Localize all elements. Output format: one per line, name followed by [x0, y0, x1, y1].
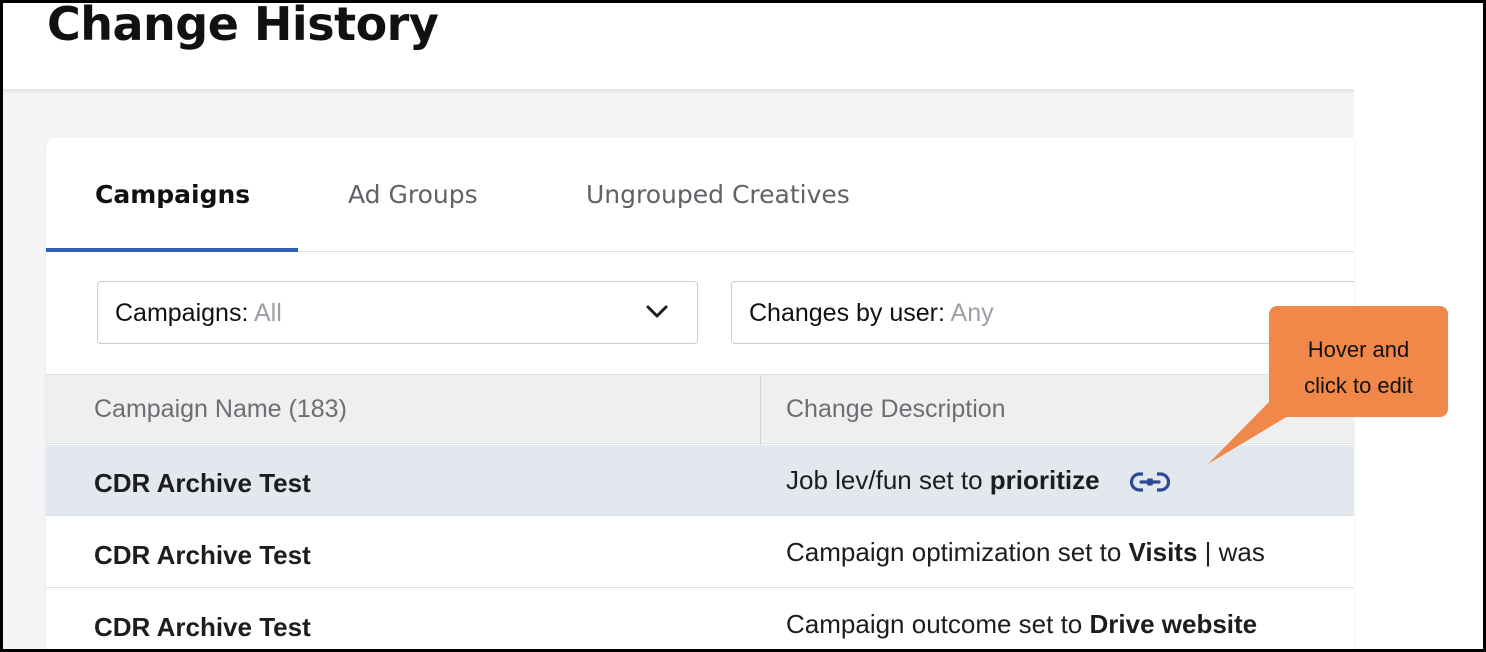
callout-text: Hover and click to edit	[1269, 332, 1448, 404]
change-description-cell[interactable]: Job lev/fun set to prioritize	[786, 465, 1326, 496]
table-row[interactable]: CDR Archive Test Campaign outcome set to…	[46, 589, 1354, 649]
user-filter-value: Any	[950, 299, 994, 327]
table-header: Campaign Name (183) Change Description	[46, 374, 1354, 445]
campaigns-filter-text: Campaigns: All	[115, 299, 282, 328]
column-divider	[760, 375, 761, 445]
user-filter-dropdown[interactable]: Changes by user: Any	[731, 281, 1354, 344]
change-description-cell[interactable]: Campaign outcome set to Drive website	[786, 609, 1326, 640]
callout-line-1: Hover and	[1307, 337, 1410, 362]
column-header-change-description[interactable]: Change Description	[786, 395, 1006, 424]
page-title: Change History	[47, 0, 439, 51]
campaign-name-cell[interactable]: CDR Archive Test	[94, 540, 311, 571]
tab-ungrouped-creatives[interactable]: Ungrouped Creatives	[586, 180, 850, 209]
campaign-name-cell[interactable]: CDR Archive Test	[94, 468, 311, 499]
description-value: Visits	[1128, 537, 1198, 567]
description-value: prioritize	[989, 465, 1100, 495]
user-filter-text: Changes by user: Any	[749, 299, 994, 328]
description-suffix: | was	[1197, 537, 1265, 567]
page-header: Change History	[3, 3, 1483, 91]
description-text: Campaign optimization set to	[786, 537, 1129, 567]
campaigns-filter-label: Campaigns:	[115, 299, 249, 327]
hover-tooltip-callout: Hover and click to edit	[1269, 306, 1448, 417]
campaigns-filter-value: All	[253, 299, 282, 327]
description-text: Job lev/fun set to	[786, 465, 990, 495]
callout-line-2: click to edit	[1304, 373, 1413, 398]
screenshot-frame: Change History Campaigns Ad Groups Ungro…	[0, 0, 1486, 652]
column-header-campaign-name[interactable]: Campaign Name (183)	[94, 395, 347, 424]
description-text: Campaign outcome set to	[786, 609, 1090, 639]
table-row[interactable]: CDR Archive Test Job lev/fun set to prio…	[46, 445, 1354, 516]
tab-bar: Campaigns Ad Groups Ungrouped Creatives	[46, 138, 1354, 252]
link-icon[interactable]	[1129, 470, 1171, 494]
user-filter-label: Changes by user:	[749, 299, 945, 327]
tab-ad-groups[interactable]: Ad Groups	[348, 180, 478, 209]
change-history-card: Campaigns Ad Groups Ungrouped Creatives …	[46, 138, 1354, 649]
tab-campaigns[interactable]: Campaigns	[95, 180, 250, 209]
active-tab-indicator	[46, 248, 298, 252]
chevron-down-icon[interactable]	[645, 304, 669, 320]
campaigns-filter-dropdown[interactable]: Campaigns: All	[97, 281, 698, 344]
description-value: Drive website	[1089, 609, 1258, 639]
change-description-cell[interactable]: Campaign optimization set to Visits | wa…	[786, 537, 1326, 568]
table-row[interactable]: CDR Archive Test Campaign optimization s…	[46, 517, 1354, 588]
campaign-name-cell[interactable]: CDR Archive Test	[94, 612, 311, 643]
